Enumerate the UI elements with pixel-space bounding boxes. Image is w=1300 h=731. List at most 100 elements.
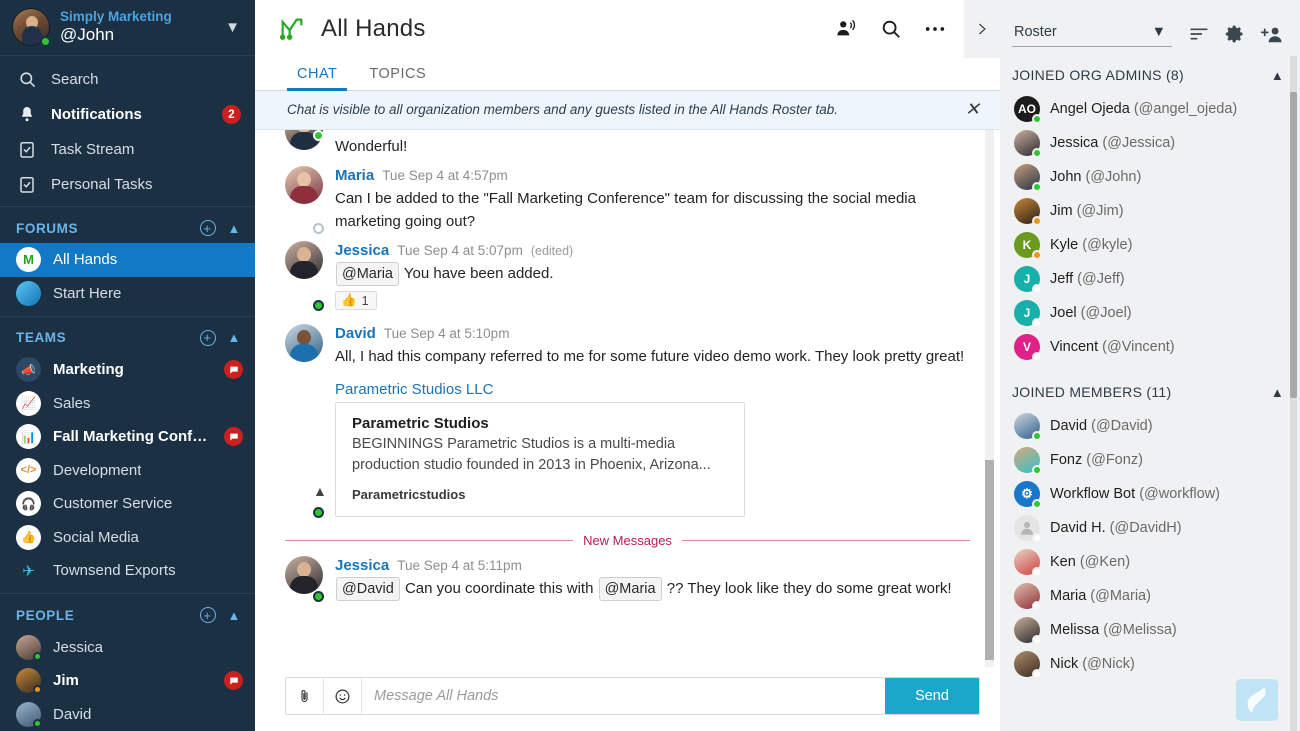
sidebar-item-label: All Hands: [53, 251, 117, 268]
sidebar-item-marketing[interactable]: 📣 Marketing: [0, 353, 255, 387]
avatar: [16, 702, 41, 727]
list-item[interactable]: Melissa (@Melissa): [1000, 613, 1300, 647]
preview-description: BEGINNINGS Parametric Studios is a multi…: [352, 434, 728, 476]
add-user-icon[interactable]: [1261, 25, 1284, 44]
list-item[interactable]: John (@John): [1000, 160, 1300, 194]
team-avatar: 👍: [16, 525, 41, 550]
gear-icon[interactable]: [1225, 24, 1245, 44]
team-avatar: 🎧: [16, 491, 41, 516]
org-title: Simply Marketing: [60, 9, 215, 25]
chat-message-list[interactable]: Wonderful! Maria Tue Sep 4 at 4:5: [255, 130, 1000, 667]
presence-indicator: [313, 223, 324, 234]
roster-scrollbar-thumb[interactable]: [1290, 92, 1297, 398]
reaction-chip[interactable]: 👍 1: [335, 291, 377, 310]
mention-chip[interactable]: @Maria: [599, 577, 662, 601]
sidebar-item-label: Townsend Exports: [53, 562, 176, 579]
list-item[interactable]: ⚙ Workflow Bot (@workflow): [1000, 477, 1300, 511]
message-timestamp: Tue Sep 4 at 4:57pm: [382, 167, 508, 185]
list-item[interactable]: Ken (@Ken): [1000, 545, 1300, 579]
mention-chip[interactable]: @Maria: [336, 262, 399, 286]
team-avatar: 📊: [16, 424, 41, 449]
link-url[interactable]: Parametric Studios LLC: [335, 381, 970, 398]
message-input[interactable]: [362, 678, 885, 714]
sidebar-item-all-hands[interactable]: M All Hands: [0, 243, 255, 277]
list-item[interactable]: Fonz (@Fonz): [1000, 443, 1300, 477]
nav-item-notifications[interactable]: Notifications 2: [0, 97, 255, 132]
forum-tabs: CHAT TOPICS: [255, 58, 1000, 91]
list-item[interactable]: David H. (@DavidH): [1000, 511, 1300, 545]
plus-circle-icon[interactable]: +: [200, 330, 216, 346]
sidebar-item-jim[interactable]: Jim: [0, 664, 255, 698]
chevron-down-icon[interactable]: ▼: [225, 19, 243, 36]
plus-circle-icon[interactable]: +: [200, 220, 216, 236]
list-item[interactable]: David (@David): [1000, 409, 1300, 443]
chevron-up-icon[interactable]: ▲: [228, 608, 241, 623]
list-item[interactable]: Maria (@Maria): [1000, 579, 1300, 613]
section-header-org-admins[interactable]: JOINED ORG ADMINS (8) ▲: [1000, 56, 1300, 92]
sidebar-item-development[interactable]: </> Development: [0, 453, 255, 487]
sidebar-item-customer-service[interactable]: 🎧 Customer Service: [0, 487, 255, 521]
sidebar-item-fall-marketing-conference[interactable]: 📊 Fall Marketing Confer...: [0, 420, 255, 454]
sidebar-item-jessica[interactable]: Jessica: [0, 630, 255, 664]
search-icon[interactable]: [880, 18, 902, 40]
list-item[interactable]: J Jeff (@Jeff): [1000, 262, 1300, 296]
chevron-up-icon[interactable]: ▲: [313, 483, 327, 499]
member-name: Angel Ojeda (@angel_ojeda): [1050, 101, 1237, 117]
message-body-text: Can you coordinate this with: [405, 580, 593, 597]
sidebar-item-start-here[interactable]: Start Here: [0, 277, 255, 311]
message-timestamp: Tue Sep 4 at 5:07pm: [397, 242, 523, 260]
message-author[interactable]: Maria: [335, 166, 374, 186]
notification-badge: 2: [222, 105, 241, 124]
member-name: Fonz (@Fonz): [1050, 452, 1143, 468]
river-logo-icon: [1236, 679, 1278, 721]
chevron-up-icon[interactable]: ▲: [1271, 68, 1284, 83]
nav-item-search[interactable]: Search: [0, 62, 255, 97]
roster-list[interactable]: JOINED ORG ADMINS (8) ▲ AO Angel Ojeda (…: [1000, 56, 1300, 731]
announcement-icon[interactable]: [834, 18, 858, 40]
tab-chat[interactable]: CHAT: [287, 66, 347, 90]
section-header-members[interactable]: JOINED MEMBERS (11) ▲: [1000, 364, 1300, 409]
sidebar-item-label: Social Media: [53, 529, 139, 546]
message-item: David Tue Sep 4 at 5:10pm All, I had thi…: [285, 312, 970, 519]
chat-scrollbar-thumb[interactable]: [985, 460, 994, 660]
list-item[interactable]: J Joel (@Joel): [1000, 296, 1300, 330]
section-title: TEAMS: [16, 330, 66, 345]
tab-topics[interactable]: TOPICS: [359, 66, 436, 90]
more-options-icon[interactable]: [924, 25, 946, 33]
list-item[interactable]: AO Angel Ojeda (@angel_ojeda): [1000, 92, 1300, 126]
sidebar-item-sales[interactable]: 📈 Sales: [0, 386, 255, 420]
team-avatar: 📈: [16, 391, 41, 416]
org-header[interactable]: Simply Marketing @John ▼: [0, 0, 255, 56]
plus-circle-icon[interactable]: +: [200, 607, 216, 623]
roster-select[interactable]: Roster ▼: [1012, 22, 1172, 47]
emoji-smiley-icon[interactable]: [324, 678, 362, 714]
nav-item-task-stream[interactable]: Task Stream: [0, 132, 255, 167]
sidebar-item-townsend-exports[interactable]: ✈ Townsend Exports: [0, 554, 255, 588]
message-author[interactable]: Jessica: [335, 241, 389, 261]
sort-icon[interactable]: [1189, 27, 1209, 41]
list-item[interactable]: V Vincent (@Vincent): [1000, 330, 1300, 364]
chevron-up-icon[interactable]: ▲: [1271, 385, 1284, 400]
chevron-up-icon[interactable]: ▲: [228, 330, 241, 345]
link-preview-card[interactable]: Parametric Studios BEGINNINGS Parametric…: [335, 402, 745, 517]
mention-chip[interactable]: @David: [336, 577, 400, 601]
nav-item-label: Notifications: [51, 106, 142, 123]
sidebar-item-david[interactable]: David: [0, 697, 255, 731]
message-author[interactable]: Jessica: [335, 556, 389, 576]
avatar: [1014, 198, 1040, 224]
nav-item-personal-tasks[interactable]: Personal Tasks: [0, 167, 255, 202]
list-item[interactable]: K Kyle (@kyle): [1000, 228, 1300, 262]
chevron-up-icon[interactable]: ▲: [228, 221, 241, 236]
member-name: Melissa (@Melissa): [1050, 622, 1177, 638]
expand-panel-button[interactable]: [964, 0, 1000, 58]
send-button[interactable]: Send: [885, 678, 979, 714]
sidebar-item-social-media[interactable]: 👍 Social Media: [0, 520, 255, 554]
close-icon[interactable]: ✕: [959, 99, 986, 120]
message-tail-text: ?? They look like they do some great wor…: [667, 580, 952, 597]
message-author[interactable]: David: [335, 324, 376, 344]
list-item[interactable]: Nick (@Nick): [1000, 647, 1300, 681]
paperclip-icon[interactable]: [286, 678, 324, 714]
page-title: All Hands: [321, 15, 426, 43]
list-item[interactable]: Jim (@Jim): [1000, 194, 1300, 228]
list-item[interactable]: Jessica (@Jessica): [1000, 126, 1300, 160]
